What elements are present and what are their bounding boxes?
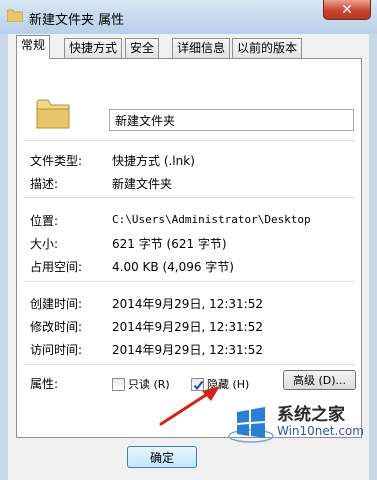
modified-value: 2014年9月29日, 12:31:52 xyxy=(112,320,263,334)
watermark: 系统之家 Win10net.com xyxy=(225,398,375,458)
description-label: 描述: xyxy=(30,177,59,191)
tab-shortcut[interactable]: 快捷方式 xyxy=(64,38,123,58)
title-bar: 新建文件夹 属性 ✕ xyxy=(0,0,377,34)
divider xyxy=(23,197,355,198)
file-type-label: 文件类型: xyxy=(30,154,83,168)
location-label: 位置: xyxy=(30,214,59,228)
created-value: 2014年9月29日, 12:31:52 xyxy=(112,297,263,311)
divider xyxy=(23,140,355,141)
size-on-disk-label: 占用空间: xyxy=(30,260,83,274)
tab-general[interactable]: 常规 xyxy=(16,35,51,59)
tab-security[interactable]: 安全 xyxy=(125,38,160,58)
accessed-label: 访问时间: xyxy=(30,343,83,357)
accessed-value: 2014年9月29日, 12:31:52 xyxy=(112,343,263,357)
description-value: 新建文件夹 xyxy=(112,177,173,191)
name-input[interactable] xyxy=(109,109,354,131)
arrow-annotation-icon xyxy=(159,386,220,426)
watermark-title: 系统之家 xyxy=(277,405,345,425)
general-panel: 文件类型: 快捷方式 (.lnk) 描述: 新建文件夹 位置: C:\Users… xyxy=(16,58,362,438)
location-value: C:\Users\Administrator\Desktop xyxy=(112,213,311,226)
file-type-value: 快捷方式 (.lnk) xyxy=(112,154,195,168)
modified-label: 修改时间: xyxy=(30,320,83,334)
divider xyxy=(23,364,355,365)
folder-icon xyxy=(36,99,70,129)
size-value: 621 字节 (621 字节) xyxy=(112,237,227,251)
created-label: 创建时间: xyxy=(30,297,83,311)
ok-button[interactable]: 确定 xyxy=(127,446,197,468)
size-label: 大小: xyxy=(30,237,59,251)
size-on-disk-value: 4.00 KB (4,096 字节) xyxy=(112,260,234,274)
close-icon: ✕ xyxy=(341,1,353,18)
advanced-button[interactable]: 高级 (D)... xyxy=(283,370,356,390)
divider xyxy=(23,281,355,282)
watermark-url: Win10net.com xyxy=(277,424,364,438)
folder-icon xyxy=(7,9,23,22)
tab-details[interactable]: 详细信息 xyxy=(172,38,231,58)
attributes-label: 属性: xyxy=(30,377,59,391)
readonly-checkbox[interactable] xyxy=(112,378,125,391)
windows-logo-icon xyxy=(228,407,274,443)
close-button[interactable]: ✕ xyxy=(323,0,371,20)
window-title: 新建文件夹 属性 xyxy=(29,13,125,28)
tab-previous-versions[interactable]: 以前的版本 xyxy=(232,38,303,58)
